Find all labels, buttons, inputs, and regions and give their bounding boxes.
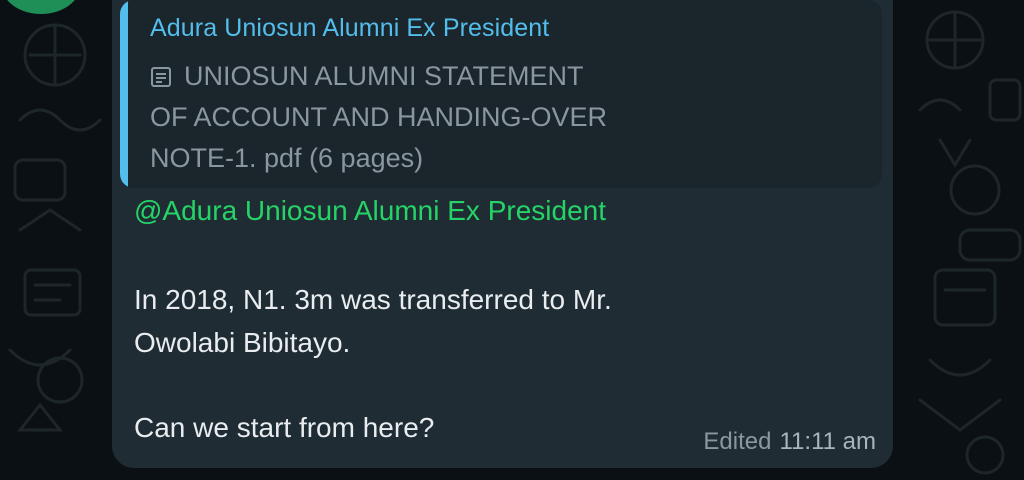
message-text-line-3: Can we start from here? [134, 412, 435, 443]
quoted-document-title-1: UNIOSUN ALUMNI STATEMENT [184, 61, 584, 91]
message-meta: Edited 11:11 am [703, 428, 876, 456]
message-text-line-2: Owolabi Bibitayo. [134, 327, 351, 358]
quoted-document-title-2: OF ACCOUNT AND HANDING-OVER [150, 102, 608, 132]
quoted-author: Adura Uniosun Alumni Ex President [150, 14, 550, 42]
edited-label: Edited [703, 428, 772, 455]
quoted-document: UNIOSUN ALUMNI STATEMENT OF ACCOUNT AND … [150, 56, 850, 179]
quote-accent-bar [120, 0, 128, 188]
mention-link[interactable]: @Adura Uniosun Alumni Ex President [134, 195, 606, 227]
quoted-document-line-1: UNIOSUN ALUMNI STATEMENT [150, 56, 850, 97]
quoted-document-title-3: NOTE-1. pdf (6 pages) [150, 143, 424, 173]
message-text-line-1: In 2018, N1. 3m was transferred to Mr. [134, 284, 612, 315]
document-icon [151, 67, 171, 87]
quoted-message[interactable]: Adura Uniosun Alumni Ex President UNIOSU… [120, 0, 882, 188]
message-time: 11:11 am [779, 428, 876, 455]
